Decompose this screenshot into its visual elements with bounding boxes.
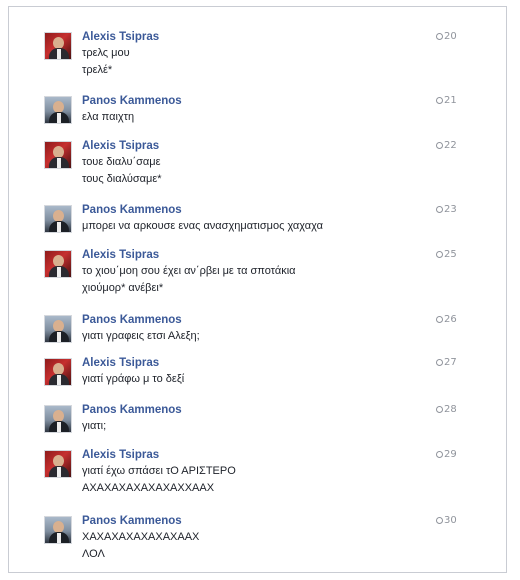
timestamp: 30 — [436, 515, 457, 526]
message-content: Alexis Tsipras τουε διαλυ΄σαμε τους διαλύσ… — [82, 139, 432, 188]
timestamp: 22 — [436, 140, 457, 151]
timestamp: 26 — [436, 314, 457, 325]
sender-name[interactable]: Panos Kammenos — [82, 203, 432, 218]
sender-name[interactable]: Alexis Tsipras — [82, 30, 432, 45]
message-text: γιατι γραφεις ετσι Αλεξη; — [82, 330, 200, 342]
avatar[interactable] — [44, 405, 72, 433]
message-content: Panos Kammenos ελα παιχτη — [82, 94, 432, 126]
timestamp-value: 30 — [444, 515, 457, 526]
message-text: ΧΑΧΑΧΑΧΑΧΑΧΑΧΑΑΧ — [82, 531, 200, 543]
message-text: ΑΧΑΧΑΧΑΧΑΧΑΧΑΧΧΑΑΧ — [82, 482, 215, 494]
clock-icon — [436, 205, 443, 213]
sender-name[interactable]: Panos Kammenos — [82, 403, 432, 418]
timestamp: 20 — [436, 31, 457, 42]
timestamp-value: 29 — [444, 449, 457, 460]
message-content: Alexis Tsipras το χιου΄μοη σου έχει αν΄ρβ… — [82, 248, 432, 297]
avatar[interactable] — [44, 516, 72, 544]
timestamp-value: 26 — [444, 314, 457, 325]
sender-name[interactable]: Alexis Tsipras — [82, 248, 432, 263]
timestamp-value: 21 — [444, 95, 457, 106]
timestamp: 25 — [436, 249, 457, 260]
sender-name[interactable]: Alexis Tsipras — [82, 448, 432, 463]
message-content: Panos Kammenos ΧΑΧΑΧΑΧΑΧΑΧΑΧΑΑΧ ΛΟΛ — [82, 514, 432, 563]
message-text: μπορει να αρκουσε ενας ανασχηματισμος χα… — [82, 220, 323, 232]
message-text: το χιου΄μοη σου έχει αν΄ρβει με τα σποτά… — [82, 265, 296, 277]
clock-icon — [436, 405, 443, 413]
timestamp: 23 — [436, 204, 457, 215]
message-content: Alexis Tsipras τρελς μου τρελέ* — [82, 30, 432, 79]
message-content: Alexis Tsipras γιατί γράφω μ το δεξί — [82, 356, 432, 388]
message-text: τους διαλύσαμε* — [82, 173, 162, 185]
timestamp-value: 23 — [444, 204, 457, 215]
message-content: Alexis Tsipras γιατί έχω σπάσει τΟ ΑΡΙΣΤΕ… — [82, 448, 432, 497]
timestamp-value: 20 — [444, 31, 457, 42]
timestamp-value: 25 — [444, 249, 457, 260]
sender-name[interactable]: Alexis Tsipras — [82, 139, 432, 154]
sender-name[interactable]: Panos Kammenos — [82, 514, 432, 529]
avatar[interactable] — [44, 141, 72, 169]
clock-icon — [436, 358, 443, 366]
timestamp: 28 — [436, 404, 457, 415]
message-content: Panos Kammenos γιατι γραφεις ετσι Αλεξη; — [82, 313, 432, 345]
sender-name[interactable]: Panos Kammenos — [82, 313, 432, 328]
clock-icon — [436, 141, 443, 149]
avatar[interactable] — [44, 450, 72, 478]
message-content: Panos Kammenos γιατι; — [82, 403, 432, 435]
timestamp: 21 — [436, 95, 457, 106]
message-text: γιατί γράφω μ το δεξί — [82, 373, 185, 385]
message-text: τρελέ* — [82, 64, 113, 76]
clock-icon — [436, 516, 443, 524]
sender-name[interactable]: Alexis Tsipras — [82, 356, 432, 371]
timestamp: 27 — [436, 357, 457, 368]
message-text: ΛΟΛ — [82, 548, 105, 560]
timestamp-value: 27 — [444, 357, 457, 368]
clock-icon — [436, 96, 443, 104]
message-text: τρελς μου — [82, 47, 130, 59]
avatar[interactable] — [44, 32, 72, 60]
message-text: χιούμορ* ανέβει* — [82, 282, 164, 294]
message-text: γιατί έχω σπάσει τΟ ΑΡΙΣΤΕΡΟ — [82, 465, 236, 477]
avatar[interactable] — [44, 250, 72, 278]
avatar[interactable] — [44, 96, 72, 124]
timestamp: 29 — [436, 449, 457, 460]
timestamp-value: 22 — [444, 140, 457, 151]
clock-icon — [436, 32, 443, 40]
message-text: ελα παιχτη — [82, 111, 135, 123]
clock-icon — [436, 450, 443, 458]
sender-name[interactable]: Panos Kammenos — [82, 94, 432, 109]
avatar[interactable] — [44, 358, 72, 386]
clock-icon — [436, 250, 443, 258]
message-text: τουε διαλυ΄σαμε — [82, 156, 161, 168]
timestamp-value: 28 — [444, 404, 457, 415]
message-content: Panos Kammenos μπορει να αρκουσε ενας ανα… — [82, 203, 432, 235]
message-text: γιατι; — [82, 420, 107, 432]
avatar[interactable] — [44, 315, 72, 343]
avatar[interactable] — [44, 205, 72, 233]
clock-icon — [436, 315, 443, 323]
